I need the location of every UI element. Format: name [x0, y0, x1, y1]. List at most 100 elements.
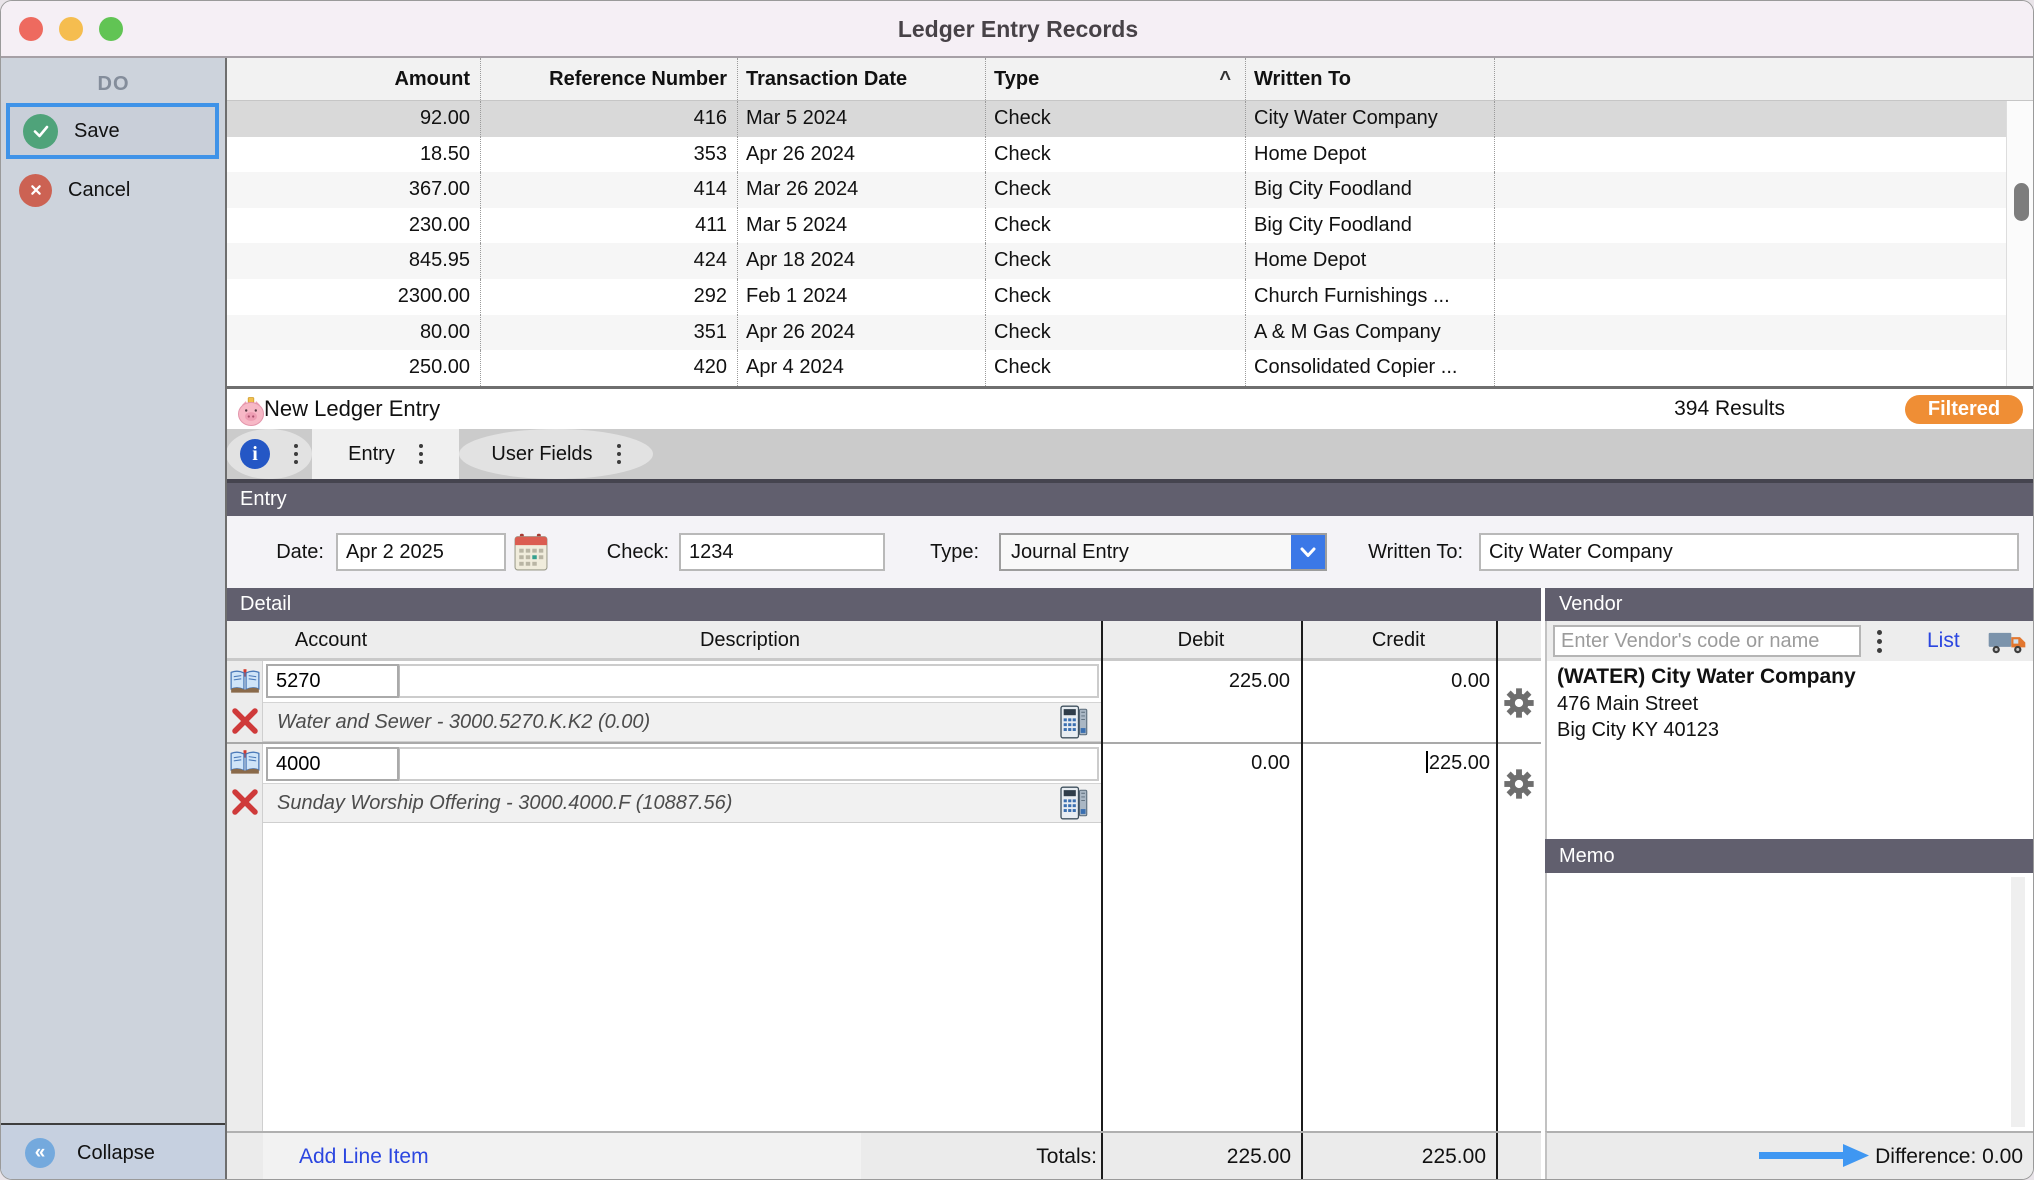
credit-field[interactable]: 225.00: [1302, 744, 1500, 783]
results-count: 394 Results: [1674, 397, 1785, 420]
vendor-panel: List (WATER) City Water Company 476 Main…: [1545, 621, 2033, 1131]
tab-entry[interactable]: Entry: [312, 429, 459, 479]
column-header-transaction-date[interactable]: Transaction Date: [738, 58, 986, 100]
debit-field[interactable]: 225.00: [1102, 662, 1300, 701]
delete-line-icon[interactable]: [230, 787, 260, 822]
record-info-segment: i: [226, 429, 312, 479]
written-to-label: Written To:: [1368, 541, 1463, 563]
collapse-button-label: Collapse: [77, 1141, 155, 1164]
entry-form: Date: Check: Type: Journal Entry: [226, 516, 2033, 588]
account-input[interactable]: [266, 747, 399, 781]
detail-line-items: 225.00 0.00 Water and Sewer - 3000.5270.…: [226, 661, 1541, 1131]
tab-user-fields[interactable]: User Fields: [459, 429, 653, 479]
type-select[interactable]: Journal Entry: [999, 533, 1327, 571]
delete-line-icon[interactable]: [230, 706, 260, 741]
date-input[interactable]: [336, 533, 506, 571]
cancel-x-icon: [19, 173, 52, 207]
detail-section-header: Detail: [226, 588, 1541, 621]
ledger-entry-records-window: Ledger Entry Records DO Save Cancel « Co…: [0, 0, 2034, 1180]
sidebar: DO Save Cancel: [1, 58, 226, 1179]
tab-options-icon[interactable]: [616, 444, 621, 464]
table-row[interactable]: 367.00 414 Mar 26 2024 Check Big City Fo…: [226, 172, 2033, 208]
save-button[interactable]: Save: [6, 103, 219, 159]
column-header-written-to[interactable]: Written To: [1246, 58, 1495, 100]
chevron-down-icon: [1291, 535, 1325, 569]
difference-arrow-icon: [1757, 1142, 1870, 1173]
detail-column-header: Account Description Debit Credit: [226, 621, 1541, 661]
written-to-input[interactable]: [1479, 533, 2019, 571]
ledger-account-icon[interactable]: [229, 669, 261, 700]
table-row[interactable]: 18.50 353 Apr 26 2024 Check Home Depot: [226, 136, 2033, 173]
account-input[interactable]: [266, 664, 399, 698]
info-icon[interactable]: i: [240, 439, 270, 469]
date-label: Date:: [276, 541, 324, 563]
table-row[interactable]: 92.00 416 Mar 5 2024 Check City Water Co…: [226, 101, 2033, 137]
totals-label: Totals:: [1036, 1145, 1097, 1168]
filtered-badge[interactable]: Filtered: [1905, 394, 2023, 424]
column-header-amount[interactable]: Amount: [226, 58, 481, 100]
titlebar: Ledger Entry Records: [1, 1, 2033, 58]
tab-options-icon[interactable]: [294, 444, 298, 464]
total-credit: 225.00: [1421, 1145, 1486, 1168]
piggy-bank-icon: [236, 396, 266, 432]
tab-bar: i Entry User Fields: [226, 429, 2033, 479]
debit-field[interactable]: 0.00: [1102, 744, 1300, 783]
memo-scrollbar-track[interactable]: [2011, 877, 2025, 1127]
detail-column-debit: Debit: [1177, 629, 1225, 651]
description-input[interactable]: [399, 747, 1099, 781]
detail-column-credit: Credit: [1371, 629, 1426, 651]
gear-icon[interactable]: [1503, 687, 1535, 724]
table-row[interactable]: 2300.00 292 Feb 1 2024 Check Church Furn…: [226, 278, 2033, 315]
calendar-icon[interactable]: [514, 533, 548, 576]
vendor-address-line2: Big City KY 40123: [1557, 719, 1719, 741]
type-select-value: Journal Entry: [1011, 540, 1129, 563]
vendor-search-input[interactable]: [1553, 625, 1861, 657]
type-label: Type:: [930, 541, 979, 563]
description-input[interactable]: [399, 664, 1099, 698]
save-button-label: Save: [74, 119, 120, 142]
cancel-button-label: Cancel: [68, 178, 131, 201]
calculator-icon[interactable]: [1060, 786, 1088, 825]
table-row[interactable]: 230.00 411 Mar 5 2024 Check Big City Foo…: [226, 207, 2033, 244]
save-check-icon: [23, 113, 58, 149]
table-row[interactable]: 80.00 351 Apr 26 2024 Check A & M Gas Co…: [226, 314, 2033, 351]
table-row[interactable]: 250.00 420 Apr 4 2024 Check Consolidated…: [226, 350, 2033, 386]
gear-icon[interactable]: [1503, 768, 1535, 805]
entry-section-header: Entry: [226, 483, 2033, 516]
table-row[interactable]: 845.95 424 Apr 18 2024 Check Home Depot: [226, 243, 2033, 279]
calculator-icon[interactable]: [1060, 705, 1088, 744]
records-table: Amount Reference Number Transaction Date…: [226, 58, 2033, 386]
detail-column-description: Description: [699, 629, 801, 651]
total-debit: 225.00: [1226, 1145, 1291, 1168]
records-scrollbar-track[interactable]: [2006, 101, 2033, 386]
ledger-account-icon[interactable]: [229, 750, 261, 781]
check-number-input[interactable]: [679, 533, 885, 571]
window-title: Ledger Entry Records: [897, 16, 1139, 42]
cancel-button[interactable]: Cancel: [6, 162, 219, 218]
memo-section-header: Memo: [1545, 839, 2033, 873]
account-info-text: Water and Sewer - 3000.5270.K.K2 (0.00): [277, 711, 651, 733]
collapse-button[interactable]: « Collapse: [1, 1125, 226, 1179]
records-table-header: Amount Reference Number Transaction Date…: [226, 58, 2033, 101]
difference-bar: Difference: 0.00: [1545, 1131, 2033, 1179]
sidebar-content-divider: [225, 58, 227, 1179]
difference-value: Difference: 0.00: [1875, 1145, 2023, 1168]
tab-options-icon[interactable]: [418, 444, 423, 464]
check-label: Check:: [606, 541, 669, 563]
detail-column-account: Account: [294, 629, 368, 651]
vendor-section-header: Vendor: [1545, 588, 2033, 621]
memo-field[interactable]: [1547, 873, 2033, 1131]
sort-ascending-icon: ^: [1219, 68, 1231, 90]
vendor-name: (WATER) City Water Company: [1557, 665, 1856, 688]
column-header-reference-number[interactable]: Reference Number: [481, 58, 738, 100]
vendor-options-icon[interactable]: [1877, 630, 1882, 653]
account-info-row: Sunday Worship Offering - 3000.4000.F (1…: [263, 783, 1101, 823]
vendor-list-link[interactable]: List: [1927, 621, 1960, 661]
records-scrollbar-thumb[interactable]: [2014, 183, 2029, 221]
column-header-type[interactable]: Type ^: [986, 58, 1246, 100]
credit-field[interactable]: 0.00: [1302, 662, 1500, 701]
add-line-item-link[interactable]: Add Line Item: [299, 1133, 429, 1179]
account-info-text: Sunday Worship Offering - 3000.4000.F (1…: [277, 792, 733, 814]
detail-footer-bar: Add Line Item Totals: 225.00 225.00: [226, 1131, 1541, 1179]
truck-icon[interactable]: [1987, 628, 2027, 661]
